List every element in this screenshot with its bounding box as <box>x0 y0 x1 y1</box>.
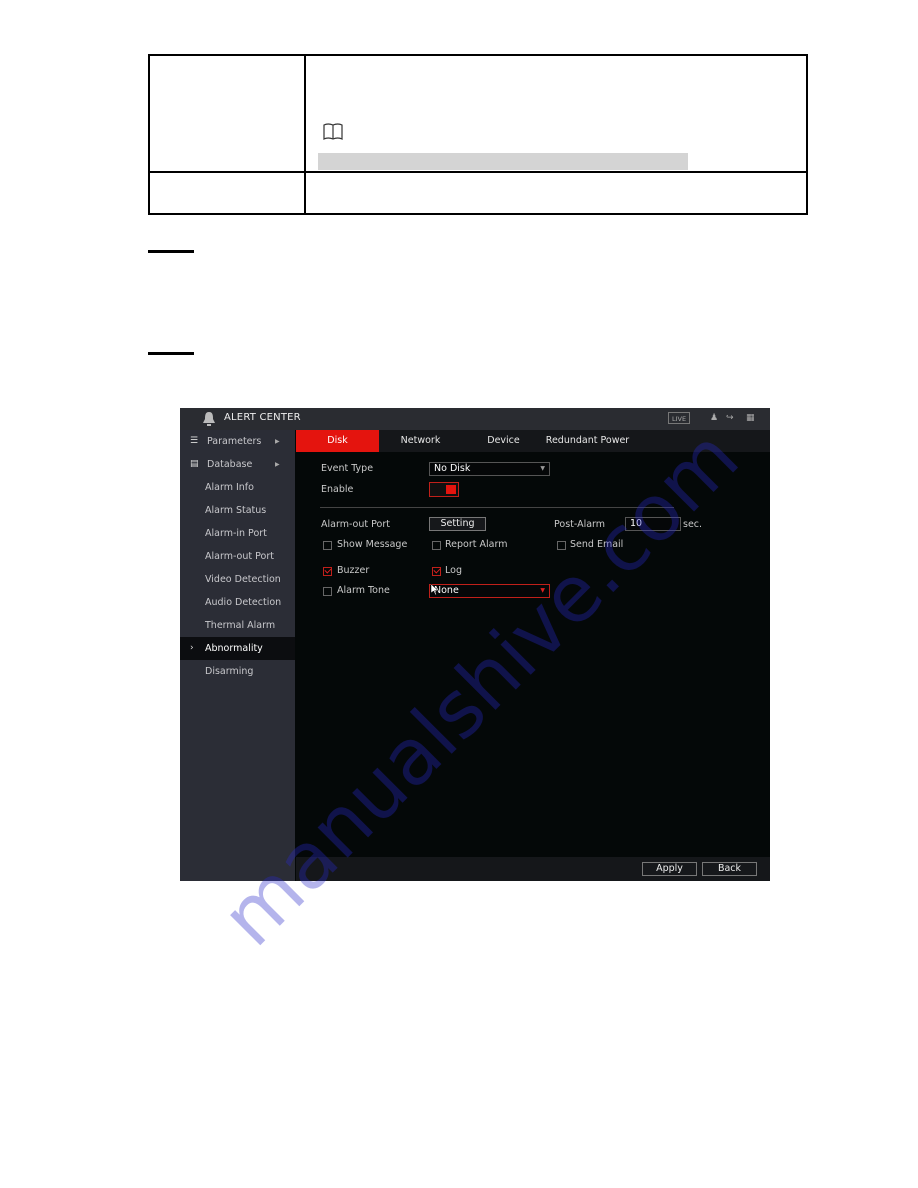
sidebar-item-audio-detection[interactable]: Audio Detection <box>180 591 295 614</box>
database-icon: ▤ <box>190 459 199 469</box>
sidebar-item-thermal-alarm[interactable]: Thermal Alarm <box>180 614 295 637</box>
sidebar-item-disarming[interactable]: Disarming <box>180 660 295 683</box>
sidebar-item-alarm-status[interactable]: Alarm Status <box>180 499 295 522</box>
post-alarm-label: Post-Alarm <box>554 519 606 530</box>
toggle-knob <box>446 485 456 494</box>
caret-down-icon: ▼ <box>540 587 545 594</box>
doc-table <box>148 54 808 215</box>
tab-disk[interactable]: Disk <box>296 430 379 452</box>
log-checkbox[interactable] <box>432 567 441 576</box>
caret-down-icon: ▼ <box>540 465 545 472</box>
enable-label: Enable <box>321 484 354 495</box>
alarm-out-port-label: Alarm-out Port <box>321 519 390 530</box>
sidebar-item-database[interactable]: ▤ Database ▶ <box>180 453 295 476</box>
sidebar: ☰ Parameters ▶ ▤ Database ▶ Alarm Info A… <box>180 430 295 881</box>
sidebar-item-parameters[interactable]: ☰ Parameters ▶ <box>180 430 295 453</box>
list-icon: ☰ <box>190 436 199 446</box>
event-type-label: Event Type <box>321 463 374 474</box>
bell-icon <box>203 412 215 426</box>
alarm-tone-select[interactable]: None ▼ <box>429 584 550 598</box>
post-alarm-input[interactable]: 10 <box>625 517 681 531</box>
mouse-cursor-icon <box>431 584 439 595</box>
step-marker <box>148 352 194 355</box>
book-note-icon <box>323 123 343 140</box>
tab-bar: Disk Network Device Redundant Power <box>296 430 770 452</box>
alarm-tone-label: Alarm Tone <box>337 585 390 596</box>
buzzer-label: Buzzer <box>337 565 370 576</box>
send-email-checkbox[interactable] <box>557 541 566 550</box>
sidebar-item-alarm-out-port[interactable]: Alarm-out Port <box>180 545 295 568</box>
report-alarm-label: Report Alarm <box>445 539 508 550</box>
divider <box>320 507 674 508</box>
back-button[interactable]: Back <box>702 862 757 876</box>
sidebar-item-alarm-info[interactable]: Alarm Info <box>180 476 295 499</box>
post-alarm-unit: sec. <box>683 519 703 530</box>
footer-bar: Apply Back <box>296 857 770 881</box>
caret-right-icon: ▶ <box>275 461 280 468</box>
tab-network[interactable]: Network <box>379 430 462 452</box>
show-message-checkbox[interactable] <box>323 541 332 550</box>
enable-toggle[interactable] <box>429 482 459 497</box>
disk-settings-panel: Event Type No Disk ▼ Enable Alarm-out Po… <box>296 452 770 857</box>
buzzer-checkbox[interactable] <box>323 567 332 576</box>
note-bar <box>318 153 688 170</box>
table-divider <box>304 56 306 213</box>
send-email-label: Send Email <box>570 539 624 550</box>
show-message-label: Show Message <box>337 539 408 550</box>
tab-device[interactable]: Device <box>462 430 545 452</box>
chevron-right-icon: › <box>190 643 194 653</box>
log-label: Log <box>445 565 462 576</box>
title-bar: ALERT CENTER LIVE ♟ ↪ ▦ <box>180 408 770 430</box>
event-type-select[interactable]: No Disk ▼ <box>429 462 550 476</box>
logout-icon[interactable]: ↪ <box>726 413 736 423</box>
sidebar-item-video-detection[interactable]: Video Detection <box>180 568 295 591</box>
user-icon[interactable]: ♟ <box>710 413 720 423</box>
grid-icon[interactable]: ▦ <box>746 413 756 423</box>
alert-center-window: ALERT CENTER LIVE ♟ ↪ ▦ ☰ Parameters ▶ ▤… <box>180 408 770 881</box>
app-title: ALERT CENTER <box>224 412 301 423</box>
apply-button[interactable]: Apply <box>642 862 697 876</box>
sidebar-item-abnormality[interactable]: › Abnormality <box>180 637 295 660</box>
sidebar-item-alarm-in-port[interactable]: Alarm-in Port <box>180 522 295 545</box>
step-marker <box>148 250 194 253</box>
tab-redundant-power[interactable]: Redundant Power <box>545 430 630 452</box>
live-button[interactable]: LIVE <box>668 412 690 424</box>
caret-right-icon: ▶ <box>275 438 280 445</box>
table-divider <box>150 171 806 173</box>
setting-button[interactable]: Setting <box>429 517 486 531</box>
alarm-tone-checkbox[interactable] <box>323 587 332 596</box>
report-alarm-checkbox[interactable] <box>432 541 441 550</box>
